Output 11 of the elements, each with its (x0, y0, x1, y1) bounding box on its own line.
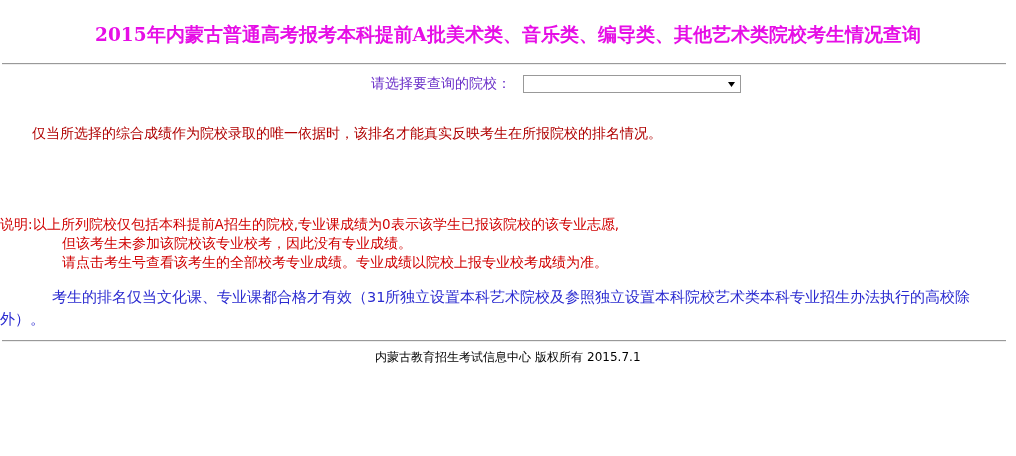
page-title: 2015年内蒙古普通高考报考本科提前A批美术类、音乐类、编导类、其他艺术类院校考生情况查询 (95, 23, 921, 47)
ranking-note: 仅当所选择的综合成绩作为院校录取的唯一依据时，该排名才能真实反映考生在所报院校的排名情况。 (32, 125, 663, 143)
explanation-line: 请点击考生号查看该考生的全部校考专业成绩。专业成绩以院校上报专业校考成绩为准。 (61, 253, 609, 272)
footer-text: 内蒙古教育招生考试信息中心 版权所有 2015.7.1 (375, 349, 641, 366)
school-dropdown[interactable] (523, 75, 741, 93)
select-label: 请选择要查询的院校： (371, 75, 511, 93)
validity-note: 考生的排名仅当文化课、专业课都合格才有效（31所独立设置本科艺术院校及参照独立设置本科院校艺术类本科专业招生办法执行的高校除外）。 (0, 288, 972, 329)
dropdown-arrow-icon (728, 81, 735, 87)
explanation-line: 以上所列院校仅包括本科提前A招生的院校,专业课成绩为0表示该学生已报该院校的该专业志愿, (32, 215, 619, 234)
explanation-label: 说明: (0, 215, 33, 234)
explanation-line: 但该考生未参加该院校该专业校考，因此没有专业成绩。 (61, 234, 413, 253)
